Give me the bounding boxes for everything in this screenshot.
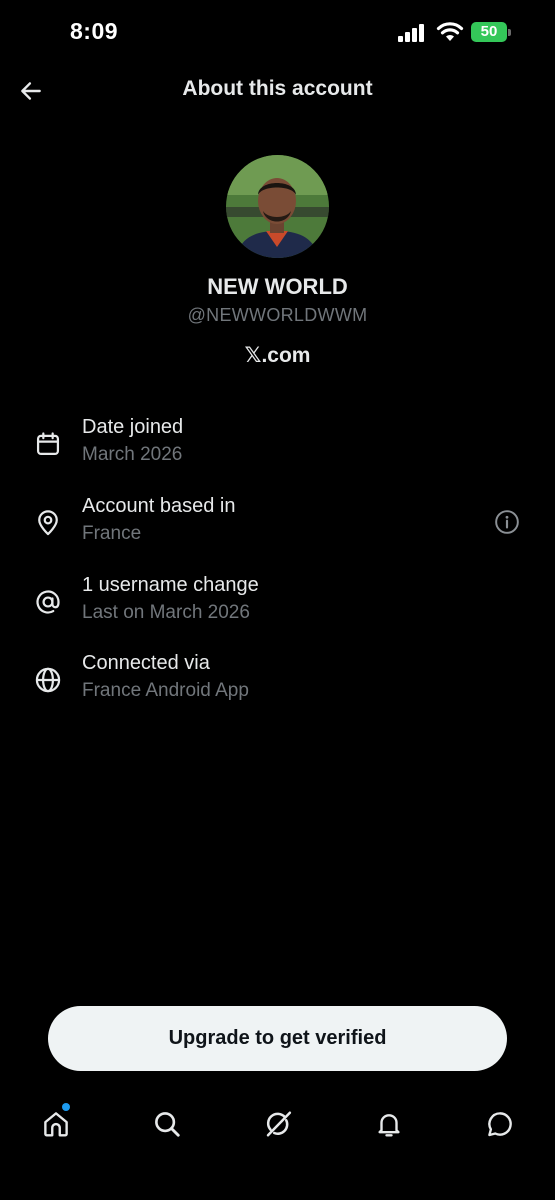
row-username-change: 1 username change Last on March 2026 bbox=[0, 574, 555, 636]
row-subtitle: March 2026 bbox=[82, 444, 183, 465]
tab-home[interactable] bbox=[38, 1106, 74, 1142]
row-title: Account based in bbox=[82, 495, 236, 517]
row-subtitle: Last on March 2026 bbox=[82, 602, 250, 623]
messages-icon bbox=[488, 1112, 512, 1137]
search-icon bbox=[155, 1112, 180, 1137]
info-icon[interactable] bbox=[494, 509, 520, 535]
cellular-signal-icon bbox=[398, 22, 428, 42]
row-subtitle: France bbox=[82, 523, 142, 544]
avatar[interactable] bbox=[226, 155, 329, 258]
battery-level: 50 bbox=[480, 23, 498, 40]
at-sign-icon bbox=[36, 590, 60, 614]
row-title: 1 username change bbox=[82, 574, 259, 596]
notification-dot bbox=[62, 1103, 70, 1111]
tab-search[interactable] bbox=[149, 1106, 185, 1142]
row-subtitle: France Android App bbox=[82, 680, 249, 701]
display-name: NEW WORLD bbox=[207, 274, 348, 299]
row-account-based-in: Account based in France bbox=[0, 495, 555, 557]
handle: @NEWWORLDWWM bbox=[187, 305, 368, 325]
battery-icon: 50 bbox=[471, 22, 511, 42]
row-title: Date joined bbox=[82, 416, 184, 438]
tab-grok[interactable] bbox=[260, 1106, 296, 1142]
row-title: Connected via bbox=[82, 652, 210, 674]
bell-icon bbox=[378, 1114, 400, 1137]
grok-icon bbox=[266, 1111, 292, 1137]
row-connected-via: Connected via France Android App bbox=[0, 652, 555, 714]
globe-icon bbox=[35, 667, 61, 693]
row-date-joined: Date joined March 2026 bbox=[0, 416, 555, 478]
calendar-icon bbox=[36, 432, 60, 456]
wifi-icon bbox=[436, 21, 464, 43]
tab-messages[interactable] bbox=[482, 1106, 518, 1142]
tab-notifications[interactable] bbox=[371, 1106, 407, 1142]
upgrade-verified-button[interactable]: Upgrade to get verified bbox=[48, 1006, 507, 1071]
home-icon bbox=[44, 1112, 68, 1137]
status-time: 8:09 bbox=[70, 18, 119, 44]
location-pin-icon bbox=[38, 510, 58, 536]
page-title: About this account bbox=[182, 77, 373, 100]
site-label: 𝕏.com bbox=[244, 344, 311, 367]
